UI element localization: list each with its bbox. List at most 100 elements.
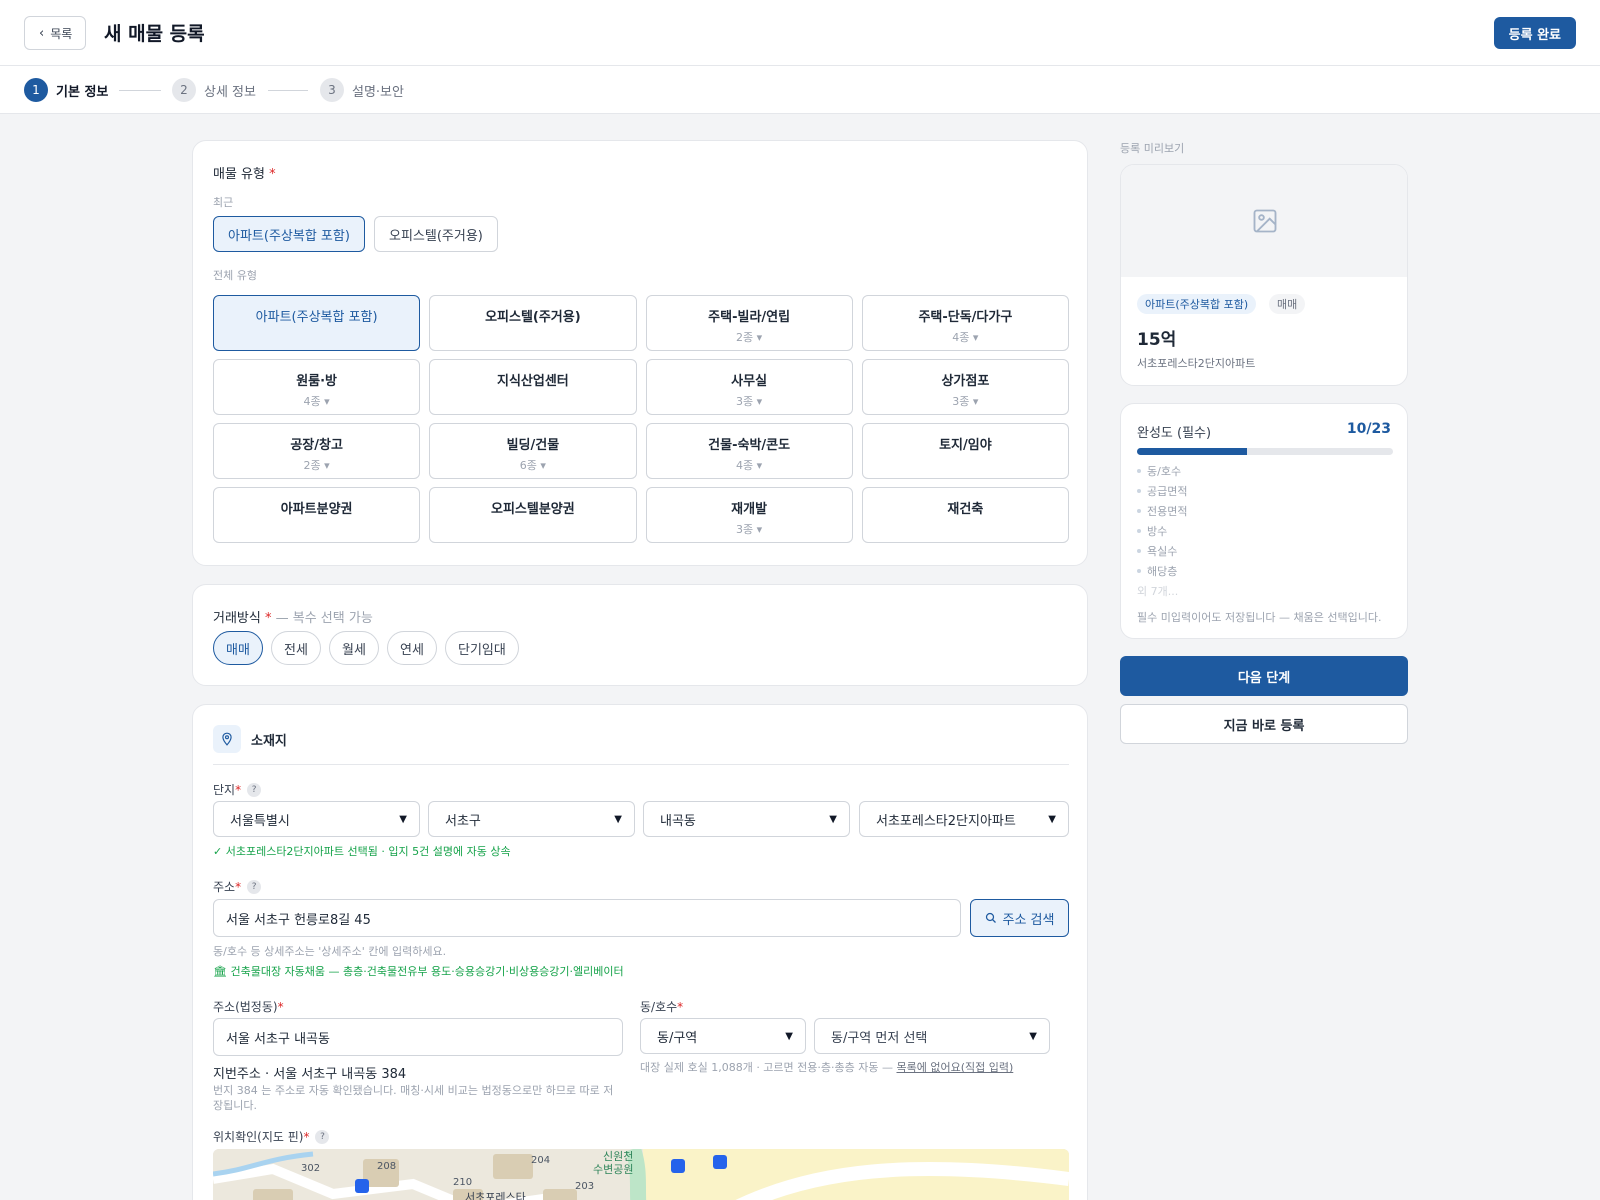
back-to-list-button[interactable]: ‹ 목록 bbox=[24, 16, 87, 50]
lot-address: 지번주소 · 서울 서초구 내곡동 384 bbox=[213, 1067, 407, 1082]
deal-method-title: 거래방식 * — 복수 선택 가능 bbox=[213, 611, 373, 626]
type-option[interactable]: 오피스텔분양권 bbox=[429, 487, 637, 543]
map-label-text: 수변공원 bbox=[593, 1163, 634, 1176]
address-search-button[interactable]: 주소 검색 bbox=[970, 899, 1069, 937]
deal-option-jeonse[interactable]: 전세 bbox=[271, 631, 321, 665]
type-option[interactable]: 지식산업센터 bbox=[429, 359, 637, 415]
type-option[interactable]: 아파트(주상복합 포함) bbox=[213, 295, 421, 351]
completeness-bar bbox=[1137, 448, 1393, 455]
help-icon[interactable]: ? bbox=[247, 782, 262, 797]
back-label: 목록 bbox=[50, 26, 73, 41]
submit-button[interactable]: 등록 완료 bbox=[1493, 17, 1576, 49]
dong-select[interactable]: 내곡동 ▼ bbox=[643, 801, 850, 837]
chevron-down-icon: ▼ bbox=[1029, 1030, 1037, 1042]
missing-item: 방수 bbox=[1137, 521, 1187, 541]
district-select[interactable]: 서초구 ▼ bbox=[428, 801, 635, 837]
complex-selected-note: ✓ 서초포레스타2단지아파트 선택됨 · 입지 5건 설명에 자동 상속 bbox=[213, 845, 511, 858]
location-card: 소재지 단지* ? 서울특별시 ▼ 서초구 ▼ 내곡동 ▼ 서초포레스타2단지아파트 ▼… bbox=[192, 704, 1088, 1200]
deal-option-monthly[interactable]: 월세 bbox=[329, 631, 379, 665]
bus-stop-icon bbox=[355, 1179, 369, 1193]
help-icon[interactable]: ? bbox=[247, 879, 262, 894]
type-option[interactable]: 주택-빌라/연립 2종 ▾ bbox=[645, 295, 853, 351]
location-title: 소재지 bbox=[251, 734, 287, 749]
chevron-down-icon: ▼ bbox=[785, 1030, 793, 1042]
preview-name: 서초포레스타2단지아파트 bbox=[1137, 357, 1256, 370]
map-label: 위치확인(지도 핀)* ? bbox=[213, 1128, 330, 1145]
help-icon[interactable]: ? bbox=[315, 1129, 330, 1144]
step-label: 상세 정보 bbox=[204, 84, 256, 100]
map-label-text: 서초포레스타 bbox=[465, 1191, 526, 1200]
step-detail-info[interactable]: 2 상세 정보 bbox=[172, 78, 256, 102]
city-select[interactable]: 서울특별시 ▼ bbox=[213, 801, 420, 837]
type-option[interactable]: 원룸·방 4종 ▾ bbox=[213, 359, 421, 415]
map-label-text: 204 bbox=[531, 1155, 551, 1166]
legal-address-label: 주소(법정동)* bbox=[213, 1000, 284, 1014]
missing-item: 전용면적 bbox=[1137, 501, 1187, 521]
building-icon: 🏛 bbox=[213, 965, 227, 978]
type-option[interactable]: 주택-단독/다가구 4종 ▾ bbox=[861, 295, 1069, 351]
chevron-left-icon: ‹ bbox=[39, 25, 45, 41]
step-basic-info[interactable]: 1 기본 정보 bbox=[24, 78, 108, 102]
divider bbox=[213, 764, 1069, 765]
chevron-down-icon: ▼ bbox=[1048, 813, 1056, 825]
recent-type-apartment[interactable]: 아파트(주상복합 포함) bbox=[213, 216, 365, 252]
missing-item: 동/호수 bbox=[1137, 461, 1187, 481]
registry-autofill-note: 🏛 건축물대장 자동채움 — 총층·건축물전유부 용도·승용승강기·비상용승강기… bbox=[213, 965, 624, 978]
chevron-down-icon: ▼ bbox=[399, 813, 407, 825]
next-step-button[interactable]: 다음 단계 bbox=[1120, 656, 1408, 696]
register-now-button[interactable]: 지금 바로 등록 bbox=[1120, 704, 1408, 744]
property-type-grid: 아파트(주상복합 포함) 오피스텔(주거용) 주택-빌라/연립 2종 ▾ 주택-단… bbox=[213, 295, 1069, 543]
preview-label: 등록 미리보기 bbox=[1120, 142, 1185, 155]
map-label-text: 208 bbox=[377, 1161, 397, 1172]
image-icon bbox=[1253, 209, 1277, 233]
bus-stop-icon bbox=[671, 1159, 685, 1173]
deal-option-yearly[interactable]: 연세 bbox=[387, 631, 437, 665]
more-items: 외 7개... bbox=[1137, 585, 1179, 598]
completeness-bar-fill bbox=[1137, 448, 1248, 455]
type-badge: 아파트(주상복합 포함) bbox=[1137, 294, 1257, 314]
deal-option-short-term[interactable]: 단기임대 bbox=[445, 631, 519, 665]
step-divider bbox=[268, 90, 308, 91]
deal-option-sale[interactable]: 매매 bbox=[213, 631, 263, 665]
legal-address-input[interactable]: 서울 서초구 내곡동 bbox=[213, 1018, 623, 1056]
room-select[interactable]: 동/구역 먼저 선택 ▼ bbox=[814, 1018, 1050, 1054]
recent-label: 최근 bbox=[213, 196, 234, 209]
type-option[interactable]: 빌딩/건물 6종 ▾ bbox=[429, 423, 637, 479]
recent-type-officetel[interactable]: 오피스텔(주거용) bbox=[374, 216, 498, 252]
address-input[interactable]: 서울 서초구 헌릉로8길 45 bbox=[213, 899, 961, 937]
type-option[interactable]: 토지/임야 bbox=[861, 423, 1069, 479]
completeness-note: 필수 미입력이어도 저장됩니다 — 채움은 선택입니다. bbox=[1137, 611, 1382, 624]
step-description-security[interactable]: 3 설명·보안 bbox=[320, 78, 404, 102]
type-option[interactable]: 재건축 bbox=[861, 487, 1069, 543]
map-label-text: 203 bbox=[575, 1181, 595, 1192]
type-option[interactable]: 공장/창고 2종 ▾ bbox=[213, 423, 421, 479]
complex-select[interactable]: 서초포레스타2단지아파트 ▼ bbox=[859, 801, 1069, 837]
preview-price: 15억 bbox=[1137, 330, 1177, 350]
address-label: 주소* ? bbox=[213, 878, 262, 895]
location-map[interactable]: 302 208 204 210 203 신원천 수변공원 서초포레스타 bbox=[213, 1149, 1069, 1200]
chevron-down-icon: ▼ bbox=[614, 813, 622, 825]
completeness-title: 완성도 (필수) bbox=[1137, 426, 1212, 441]
manual-input-link[interactable]: 목록에 없어요(직접 입력) bbox=[897, 1061, 1014, 1074]
building-unit-select[interactable]: 동/구역 ▼ bbox=[640, 1018, 806, 1054]
type-option[interactable]: 재개발 3종 ▾ bbox=[645, 487, 853, 543]
step-number: 2 bbox=[172, 78, 196, 102]
property-type-card: 매물 유형 * 최근 아파트(주상복합 포함) 오피스텔(주거용) 전체 유형 … bbox=[192, 140, 1088, 566]
missing-item: 해당층 bbox=[1137, 561, 1187, 581]
image-placeholder bbox=[1121, 165, 1407, 277]
type-option[interactable]: 오피스텔(주거용) bbox=[429, 295, 637, 351]
step-number: 1 bbox=[24, 78, 48, 102]
complex-label: 단지* ? bbox=[213, 781, 262, 798]
property-type-title: 매물 유형 * bbox=[213, 167, 276, 182]
map-label-text: 302 bbox=[301, 1163, 321, 1174]
completeness-count: 10/23 bbox=[1346, 421, 1391, 437]
page-title: 새 매물 등록 bbox=[104, 23, 205, 45]
type-option[interactable]: 사무실 3종 ▾ bbox=[645, 359, 853, 415]
deal-badge: 매매 bbox=[1269, 294, 1306, 314]
deal-method-card: 거래방식 * — 복수 선택 가능 매매 전세 월세 연세 단기임대 bbox=[192, 584, 1088, 686]
lot-address-note: 번지 384 는 주소로 자동 확인됐습니다. 매칭·시세 비교는 법정동으로만… bbox=[213, 1084, 614, 1112]
type-option[interactable]: 상가점포 3종 ▾ bbox=[861, 359, 1069, 415]
map-label-text: 210 bbox=[453, 1177, 473, 1188]
type-option[interactable]: 아파트분양권 bbox=[213, 487, 421, 543]
type-option[interactable]: 건물-숙박/콘도 4종 ▾ bbox=[645, 423, 853, 479]
